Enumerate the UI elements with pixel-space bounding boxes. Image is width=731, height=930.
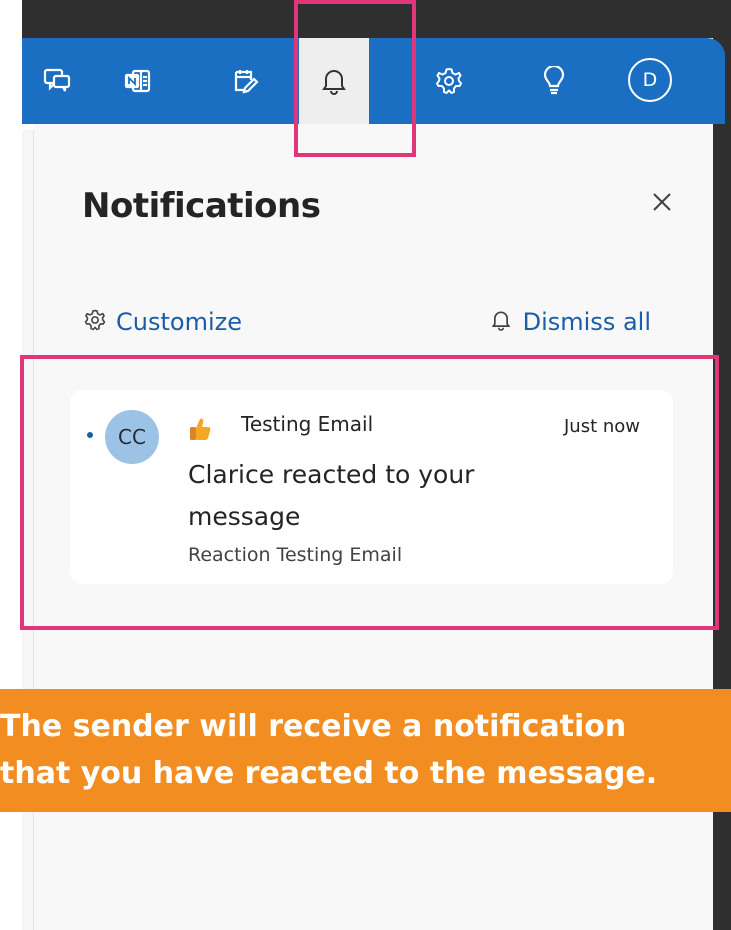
customize-link[interactable]: Customize [84, 308, 242, 336]
todo-icon [231, 68, 259, 94]
close-button[interactable] [642, 184, 682, 224]
customize-label: Customize [116, 308, 242, 336]
chat-icon [43, 68, 71, 94]
caption-banner: The sender will receive a notification t… [0, 689, 731, 812]
tips-button[interactable] [519, 38, 589, 124]
avatar-initial: D [642, 69, 658, 91]
settings-button[interactable] [414, 38, 484, 124]
account-avatar-button[interactable]: D [628, 58, 672, 102]
bell-highlight-box [294, 0, 416, 157]
bell-icon [491, 309, 511, 335]
gear-icon [84, 309, 106, 335]
onenote-icon [124, 68, 152, 94]
lightbulb-icon [542, 66, 566, 96]
caption-line-1: The sender will receive a notification [0, 709, 627, 744]
panel-title: Notifications [82, 186, 321, 226]
todo-button[interactable] [210, 38, 280, 124]
caption-line-2: that you have reacted to the message. [0, 756, 658, 791]
close-icon [651, 191, 673, 217]
chat-button[interactable] [22, 38, 92, 124]
onenote-button[interactable] [103, 38, 173, 124]
dismiss-all-link[interactable]: Dismiss all [491, 308, 651, 336]
gear-icon [435, 67, 463, 95]
dismiss-all-label: Dismiss all [522, 308, 651, 336]
notification-highlight-box [20, 355, 719, 630]
